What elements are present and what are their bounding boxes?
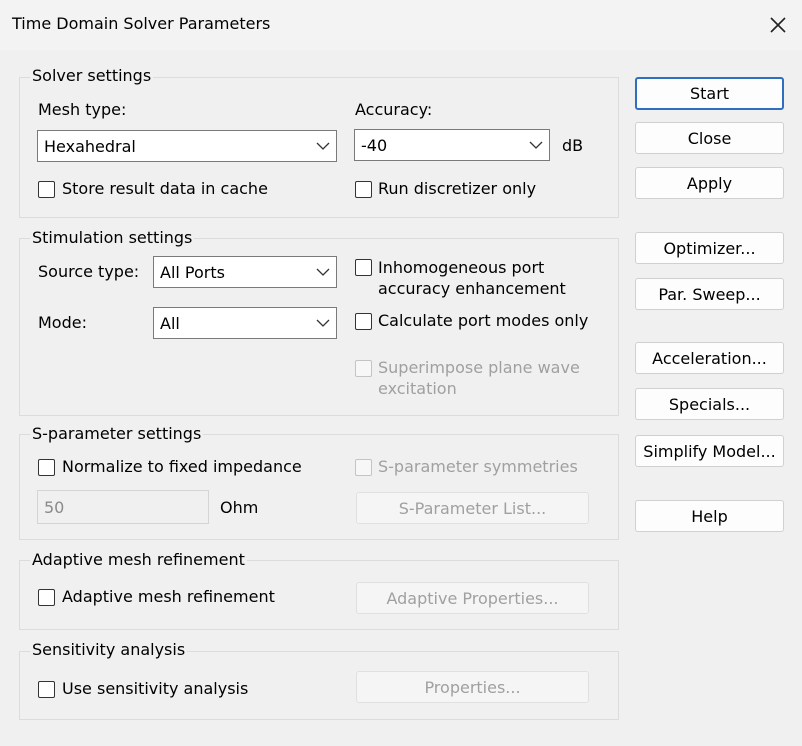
accuracy-unit: dB xyxy=(562,136,584,155)
sensitivity-properties-button: Properties... xyxy=(356,671,589,703)
solver-settings-legend: Solver settings xyxy=(30,66,154,85)
source-type-dropdown[interactable]: All Ports xyxy=(153,256,337,288)
impedance-value: 50 xyxy=(44,497,65,517)
adaptive-mesh-label: Adaptive mesh refinement xyxy=(62,587,275,606)
close-button[interactable]: Close xyxy=(635,122,784,154)
superimpose-checkbox xyxy=(355,360,372,377)
mesh-type-label: Mesh type: xyxy=(38,100,127,119)
chevron-down-icon xyxy=(310,131,336,161)
specials-button[interactable]: Specials... xyxy=(635,388,784,420)
mode-dropdown[interactable]: All xyxy=(153,307,337,339)
mesh-type-value: Hexahedral xyxy=(44,136,136,156)
store-cache-label: Store result data in cache xyxy=(62,179,268,198)
run-discretizer-checkbox[interactable] xyxy=(355,181,372,198)
help-button[interactable]: Help xyxy=(635,500,784,532)
acceleration-button[interactable]: Acceleration... xyxy=(635,342,784,374)
optimizer-button[interactable]: Optimizer... xyxy=(635,232,784,264)
adaptive-mesh-checkbox[interactable] xyxy=(38,589,55,606)
accuracy-dropdown[interactable]: -40 xyxy=(354,129,550,161)
superimpose-label: Superimpose plane wave excitation xyxy=(378,357,580,399)
sensitivity-label: Use sensitivity analysis xyxy=(62,679,249,698)
store-cache-checkbox[interactable] xyxy=(38,181,55,198)
sparam-symmetries-checkbox xyxy=(355,459,372,476)
inhomogeneous-port-checkbox[interactable] xyxy=(355,259,372,276)
adaptive-properties-button: Adaptive Properties... xyxy=(356,582,589,614)
source-type-label: Source type: xyxy=(38,262,140,281)
calc-port-modes-label: Calculate port modes only xyxy=(378,311,589,330)
adaptive-mesh-legend: Adaptive mesh refinement xyxy=(30,550,247,569)
mode-label: Mode: xyxy=(38,313,87,332)
par-sweep-button[interactable]: Par. Sweep... xyxy=(635,278,784,310)
inhomogeneous-port-label: Inhomogeneous port accuracy enhancement xyxy=(378,257,566,299)
chevron-down-icon xyxy=(310,257,336,287)
stimulation-settings-legend: Stimulation settings xyxy=(30,228,195,247)
normalize-impedance-label: Normalize to fixed impedance xyxy=(62,457,302,476)
superimpose-line2: excitation xyxy=(378,379,457,398)
sparam-list-button: S-Parameter List... xyxy=(356,492,589,524)
calc-port-modes-checkbox[interactable] xyxy=(355,313,372,330)
apply-button[interactable]: Apply xyxy=(635,167,784,199)
normalize-impedance-checkbox[interactable] xyxy=(38,459,55,476)
sparam-symmetries-label: S-parameter symmetries xyxy=(378,457,578,476)
sensitivity-checkbox[interactable] xyxy=(38,681,55,698)
run-discretizer-label: Run discretizer only xyxy=(378,179,537,198)
sensitivity-legend: Sensitivity analysis xyxy=(30,640,188,659)
close-icon[interactable] xyxy=(758,8,798,42)
superimpose-line1: Superimpose plane wave xyxy=(378,358,580,377)
chevron-down-icon xyxy=(523,130,549,160)
mesh-type-dropdown[interactable]: Hexahedral xyxy=(37,130,337,162)
simplify-model-button[interactable]: Simplify Model... xyxy=(635,435,784,467)
sparam-settings-group xyxy=(19,434,619,540)
source-type-value: All Ports xyxy=(160,262,225,282)
accuracy-label: Accuracy: xyxy=(355,100,433,119)
impedance-input: 50 xyxy=(37,490,209,524)
chevron-down-icon xyxy=(310,308,336,338)
inhomogeneous-port-line2: accuracy enhancement xyxy=(378,279,566,298)
impedance-unit: Ohm xyxy=(220,498,259,517)
sparam-settings-legend: S-parameter settings xyxy=(30,424,204,443)
window-title: Time Domain Solver Parameters xyxy=(12,14,271,33)
mode-value: All xyxy=(160,313,180,333)
inhomogeneous-port-line1: Inhomogeneous port xyxy=(378,258,545,277)
start-button[interactable]: Start xyxy=(635,77,784,110)
accuracy-value: -40 xyxy=(361,135,388,155)
